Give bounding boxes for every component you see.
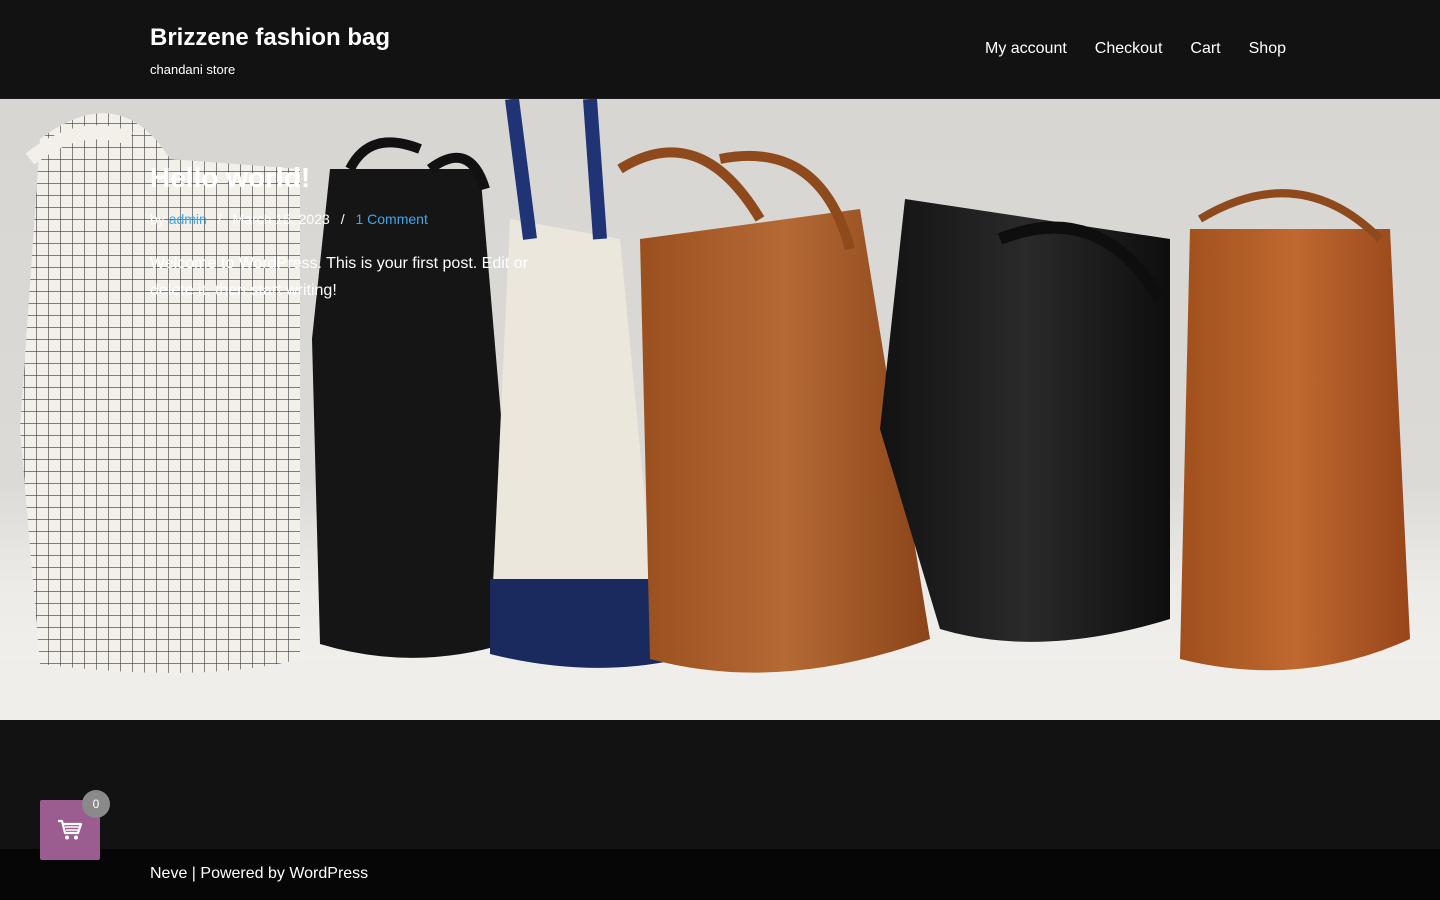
post-author-link[interactable]: admin bbox=[169, 211, 207, 227]
site-footer: Neve | Powered by WordPress bbox=[0, 849, 1440, 900]
post-excerpt: Welcome to WordPress. This is your first… bbox=[150, 255, 528, 299]
footer-theme-link[interactable]: Neve bbox=[150, 865, 187, 882]
post-date: March 15, 2023 bbox=[232, 211, 330, 227]
footer-separator: | Powered by bbox=[187, 865, 290, 882]
nav-item-my-account[interactable]: My account bbox=[985, 39, 1067, 59]
site-header: Brizzene fashion bag chandani store My a… bbox=[0, 0, 1440, 99]
site-tagline: chandani store bbox=[150, 62, 236, 77]
footer-credits: Neve | Powered by WordPress bbox=[150, 865, 368, 883]
post-comments-link[interactable]: 1 Comment bbox=[355, 211, 427, 227]
shopping-cart-icon bbox=[58, 819, 83, 840]
primary-nav: My account Checkout Cart Shop bbox=[985, 39, 1286, 59]
post-card: Hello world! by admin / March 15, 2023 /… bbox=[150, 160, 530, 304]
post-meta: by admin / March 15, 2023 / 1 Comment bbox=[150, 210, 530, 228]
site-branding: Brizzene fashion bag chandani store bbox=[150, 24, 390, 77]
meta-separator: / bbox=[217, 211, 222, 227]
nav-item-checkout[interactable]: Checkout bbox=[1095, 39, 1163, 59]
post-title[interactable]: Hello world! bbox=[150, 160, 530, 196]
meta-separator: / bbox=[340, 211, 345, 227]
cart-count-badge: 0 bbox=[82, 790, 110, 818]
footer-wordpress-link[interactable]: WordPress bbox=[289, 865, 368, 882]
nav-item-shop[interactable]: Shop bbox=[1249, 39, 1286, 59]
post-meta-by: by bbox=[150, 211, 165, 227]
site-title-link[interactable]: Brizzene fashion bag bbox=[150, 24, 390, 52]
post-hero[interactable]: Hello world! by admin / March 15, 2023 /… bbox=[0, 99, 1440, 720]
nav-item-cart[interactable]: Cart bbox=[1190, 39, 1220, 59]
